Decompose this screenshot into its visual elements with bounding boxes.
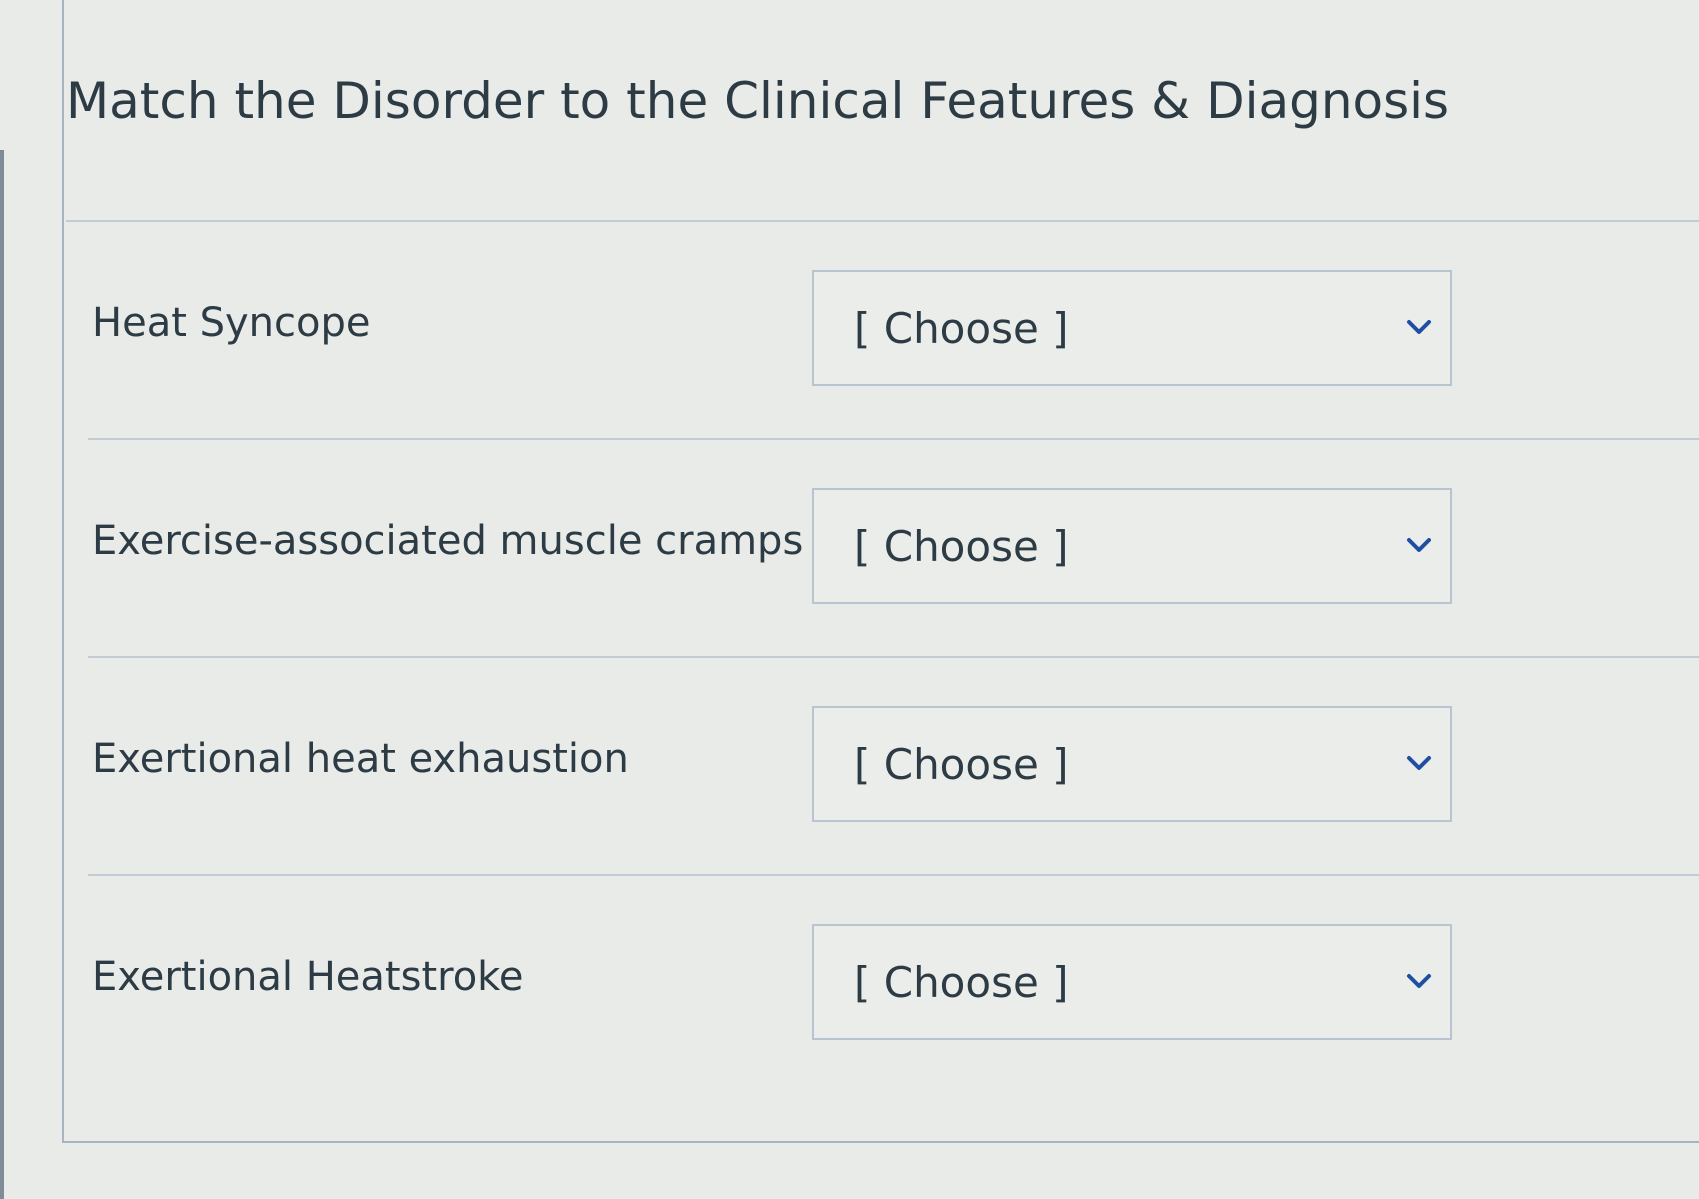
prompt-label: Exercise-associated muscle cramps: [92, 518, 804, 564]
match-row-heat-exhaustion: Exertional heat exhaustion [ Choose ]: [62, 658, 1699, 876]
chevron-down-icon: [1407, 538, 1431, 552]
page-left-border: [0, 150, 4, 1199]
answer-dropdown[interactable]: [ Choose ]: [812, 924, 1452, 1040]
dropdown-value: [ Choose ]: [854, 522, 1069, 571]
question-title: Match the Disorder to the Clinical Featu…: [66, 72, 1450, 130]
match-row-heatstroke: Exertional Heatstroke [ Choose ]: [62, 876, 1699, 1094]
prompt-label: Exertional Heatstroke: [92, 954, 524, 1000]
chevron-down-icon: [1407, 974, 1431, 988]
answer-dropdown[interactable]: [ Choose ]: [812, 488, 1452, 604]
chevron-down-icon: [1407, 320, 1431, 334]
answer-dropdown[interactable]: [ Choose ]: [812, 270, 1452, 386]
chevron-down-icon: [1407, 756, 1431, 770]
answer-dropdown[interactable]: [ Choose ]: [812, 706, 1452, 822]
dropdown-value: [ Choose ]: [854, 740, 1069, 789]
dropdown-value: [ Choose ]: [854, 958, 1069, 1007]
match-row-heat-syncope: Heat Syncope [ Choose ]: [62, 222, 1699, 440]
match-row-muscle-cramps: Exercise-associated muscle cramps [ Choo…: [62, 440, 1699, 658]
dropdown-value: [ Choose ]: [854, 304, 1069, 353]
prompt-label: Exertional heat exhaustion: [92, 736, 629, 782]
prompt-label: Heat Syncope: [92, 300, 371, 346]
